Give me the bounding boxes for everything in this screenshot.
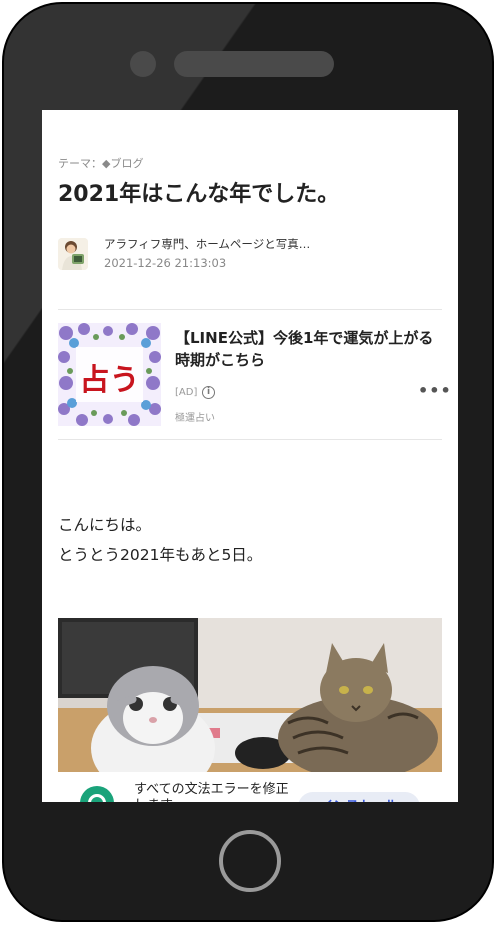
speaker-grille xyxy=(174,51,334,77)
home-button[interactable] xyxy=(219,830,281,892)
screen: テーマ：◆ブログ 2021年はこんな年でした。 アラフィフ専門、ホームページと写… xyxy=(42,110,458,802)
grammar-ad-banner[interactable]: すべての文法エラーを修正します インストール xyxy=(58,772,442,802)
grammarly-icon xyxy=(80,786,114,802)
divider xyxy=(58,439,442,440)
install-button[interactable]: インストール xyxy=(298,792,420,802)
ad-badge: [AD] xyxy=(175,387,198,398)
more-icon[interactable]: ••• xyxy=(418,381,452,400)
ad-source: 極運占い xyxy=(175,413,215,424)
post-date: 2021-12-26 21:13:03 xyxy=(104,256,227,270)
article-photo[interactable] xyxy=(58,618,442,788)
theme-label[interactable]: テーマ：◆ブログ xyxy=(58,155,143,171)
ad-thumbnail[interactable]: 占う xyxy=(58,323,161,426)
author-name[interactable]: アラフィフ専門、ホームページと写真… xyxy=(104,236,310,252)
avatar[interactable] xyxy=(58,238,88,270)
info-icon[interactable]: i xyxy=(202,386,215,399)
camera-icon xyxy=(130,51,156,77)
ad-title[interactable]: 【LINE公式】今後1年で運気が上がる時期がこちら xyxy=(175,327,445,371)
banner-text: すべての文法エラーを修正します xyxy=(134,782,289,802)
ad-thumb-text: 占う xyxy=(79,363,140,398)
divider xyxy=(58,309,442,310)
body-text-line-1: こんにちは。 xyxy=(58,516,152,534)
article-title: 2021年はこんな年でした。 xyxy=(58,182,340,207)
body-text-line-2: とうとう2021年もあと5日。 xyxy=(58,546,263,564)
